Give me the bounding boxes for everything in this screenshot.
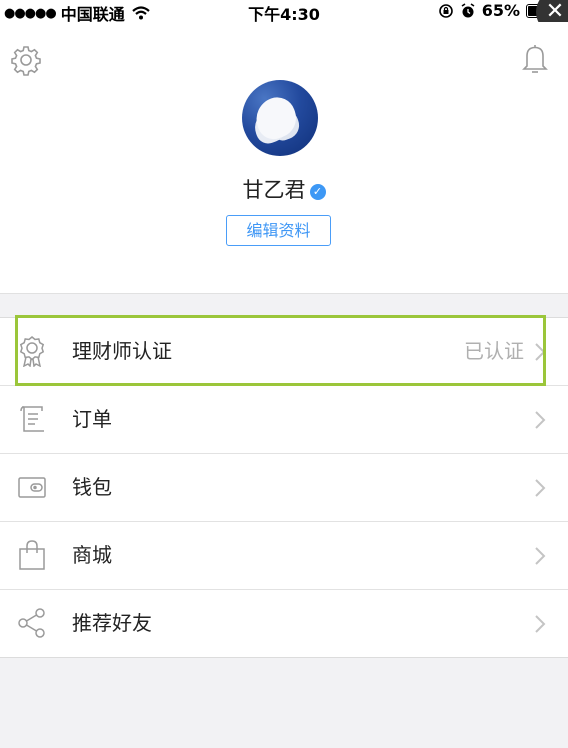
menu-item-label: 理财师认证 xyxy=(72,339,172,363)
share-icon xyxy=(18,608,45,638)
award-icon xyxy=(19,336,45,367)
user-name-row: 甘乙君 ✓ xyxy=(0,174,568,204)
menu-item-advisor-certification[interactable]: 理财师认证 已认证 xyxy=(0,318,568,386)
menu-item-orders[interactable]: 订单 xyxy=(0,386,568,454)
menu-item-label: 钱包 xyxy=(72,475,112,499)
chevron-right-icon xyxy=(535,615,546,633)
menu-item-refer-friends[interactable]: 推荐好友 xyxy=(0,590,568,657)
alarm-icon xyxy=(461,2,475,17)
wallet-icon xyxy=(18,477,46,498)
shopping-bag-icon xyxy=(19,540,45,570)
rotation-lock-icon xyxy=(438,3,453,18)
menu-item-label: 商城 xyxy=(72,543,112,567)
user-name: 甘乙君 xyxy=(242,178,306,202)
status-bar: ●●●●● 中国联通 下午4:30 65% ✕ xyxy=(0,0,568,34)
menu-list: 理财师认证 已认证 订单 钱包 商城 推荐好友 xyxy=(0,317,568,658)
bell-icon[interactable] xyxy=(519,42,551,76)
edit-profile-button[interactable]: 编辑资料 xyxy=(226,215,331,246)
menu-item-wallet[interactable]: 钱包 xyxy=(0,454,568,522)
receipt-icon xyxy=(20,406,44,432)
chevron-right-icon xyxy=(535,411,546,429)
gear-icon[interactable] xyxy=(10,44,42,76)
chevron-right-icon xyxy=(535,479,546,497)
avatar[interactable] xyxy=(242,80,318,156)
battery-percent: 65% xyxy=(481,1,520,20)
verified-icon: ✓ xyxy=(309,184,326,200)
certification-status: 已认证 xyxy=(464,339,524,363)
chevron-right-icon xyxy=(535,547,546,565)
menu-item-label: 订单 xyxy=(72,407,112,431)
menu-item-store[interactable]: 商城 xyxy=(0,522,568,590)
profile-header: 甘乙君 ✓ 编辑资料 xyxy=(0,22,568,294)
menu-item-label: 推荐好友 xyxy=(72,611,152,635)
chevron-right-icon xyxy=(535,343,546,361)
avatar-cloud-image xyxy=(250,92,302,144)
